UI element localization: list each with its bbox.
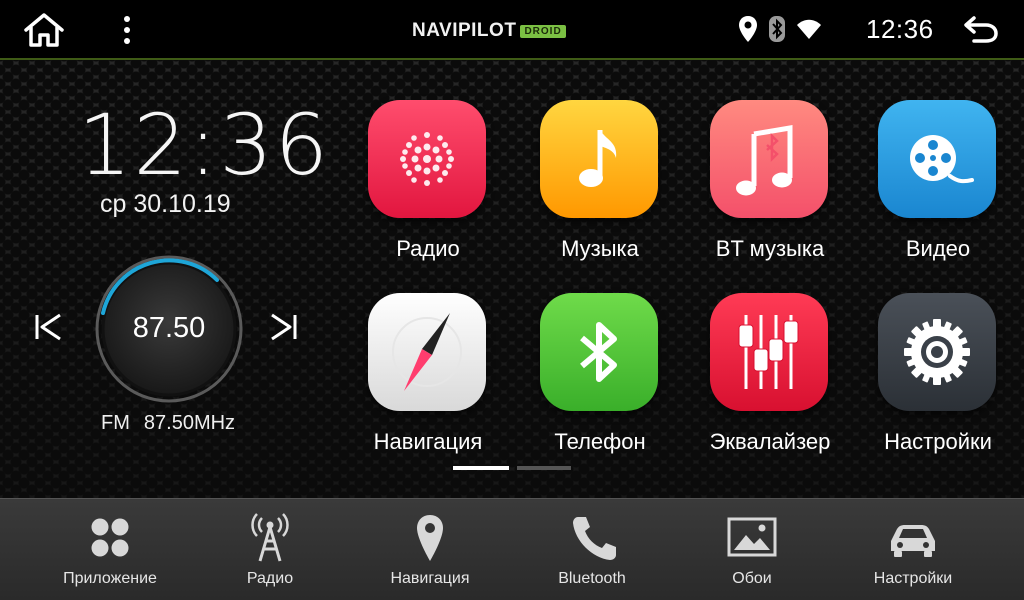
clock-date: ср 30.10.19 xyxy=(100,190,231,218)
video-app-icon xyxy=(878,100,996,218)
app-video[interactable]: Видео xyxy=(863,100,1013,261)
dock-apps[interactable]: Приложение xyxy=(25,499,195,600)
app-label: BT музыка xyxy=(715,236,825,261)
app-equalizer[interactable]: Эквалайзер xyxy=(695,293,845,454)
app-music[interactable]: Музыка xyxy=(525,100,675,261)
brand-logo: NAVIPILOT DROID xyxy=(412,18,566,44)
app-label: Навигация xyxy=(373,429,483,454)
phone-app-icon xyxy=(540,293,658,411)
apps-icon xyxy=(82,513,138,563)
app-label: Эквалайзер xyxy=(709,429,831,454)
dock-label: Приложение xyxy=(63,570,157,587)
dock-label: Bluetooth xyxy=(558,570,626,587)
car-icon xyxy=(885,513,941,563)
radio-tower-icon xyxy=(242,513,298,563)
dock-bluetooth[interactable]: Bluetooth xyxy=(507,499,677,600)
pager-dot[interactable] xyxy=(517,466,571,470)
radio-frequency-mhz: 87.50MHz xyxy=(143,412,236,434)
navigation-app-icon xyxy=(368,293,486,411)
previous-station-button[interactable] xyxy=(32,312,64,342)
next-station-button[interactable] xyxy=(268,312,300,342)
app-bt-music[interactable]: BT музыка xyxy=(695,100,845,261)
bottom-dock: Приложение Радио Навигация Bluetooth Обо… xyxy=(0,498,1024,600)
app-label: Музыка xyxy=(561,236,639,261)
brand-name: NAVIPILOT xyxy=(412,20,517,41)
settings-app-icon xyxy=(878,293,996,411)
dock-label: Навигация xyxy=(390,570,470,587)
status-time: 12:36 xyxy=(866,14,934,44)
app-settings[interactable]: Настройки xyxy=(863,293,1013,454)
radio-app-icon xyxy=(368,100,486,218)
dock-settings[interactable]: Настройки xyxy=(828,499,998,600)
app-label: Радио xyxy=(396,236,460,261)
music-app-icon xyxy=(540,100,658,218)
dock-label: Обои xyxy=(732,570,772,587)
more-menu-icon[interactable] xyxy=(116,14,138,46)
app-label: Настройки xyxy=(884,429,992,454)
dock-navigation[interactable]: Навигация xyxy=(345,499,515,600)
app-label: Видео xyxy=(905,236,971,261)
dock-label: Радио xyxy=(246,570,294,587)
dock-radio[interactable]: Радио xyxy=(185,499,355,600)
status-icons xyxy=(738,14,822,44)
app-navigation[interactable]: Навигация xyxy=(353,293,503,454)
dock-wallpaper[interactable]: Обои xyxy=(667,499,837,600)
wifi-icon xyxy=(797,19,821,39)
bluetooth-icon xyxy=(769,16,785,42)
app-radio[interactable]: Радио xyxy=(353,100,503,261)
brand-suffix: DROID xyxy=(520,24,566,38)
dock-label: Настройки xyxy=(873,570,953,587)
clock-time[interactable]: 12:36 xyxy=(78,96,330,194)
equalizer-app-icon xyxy=(710,293,828,411)
radio-frequency: 87.50 xyxy=(132,312,206,344)
home-icon[interactable] xyxy=(22,12,66,48)
pager-dot-active[interactable] xyxy=(453,466,509,470)
app-phone[interactable]: Телефон xyxy=(525,293,675,454)
status-bar: NAVIPILOT DROID 12:36 xyxy=(0,0,1024,60)
radio-band-info: FM 87.50MHz xyxy=(101,412,235,435)
radio-band: FM xyxy=(101,412,130,434)
wallpaper-icon xyxy=(724,513,780,563)
phone-icon xyxy=(564,513,620,563)
location-icon xyxy=(739,16,757,42)
map-pin-icon xyxy=(402,513,458,563)
back-icon[interactable] xyxy=(962,14,1000,44)
bt-music-app-icon xyxy=(710,100,828,218)
app-label: Телефон xyxy=(554,429,646,454)
